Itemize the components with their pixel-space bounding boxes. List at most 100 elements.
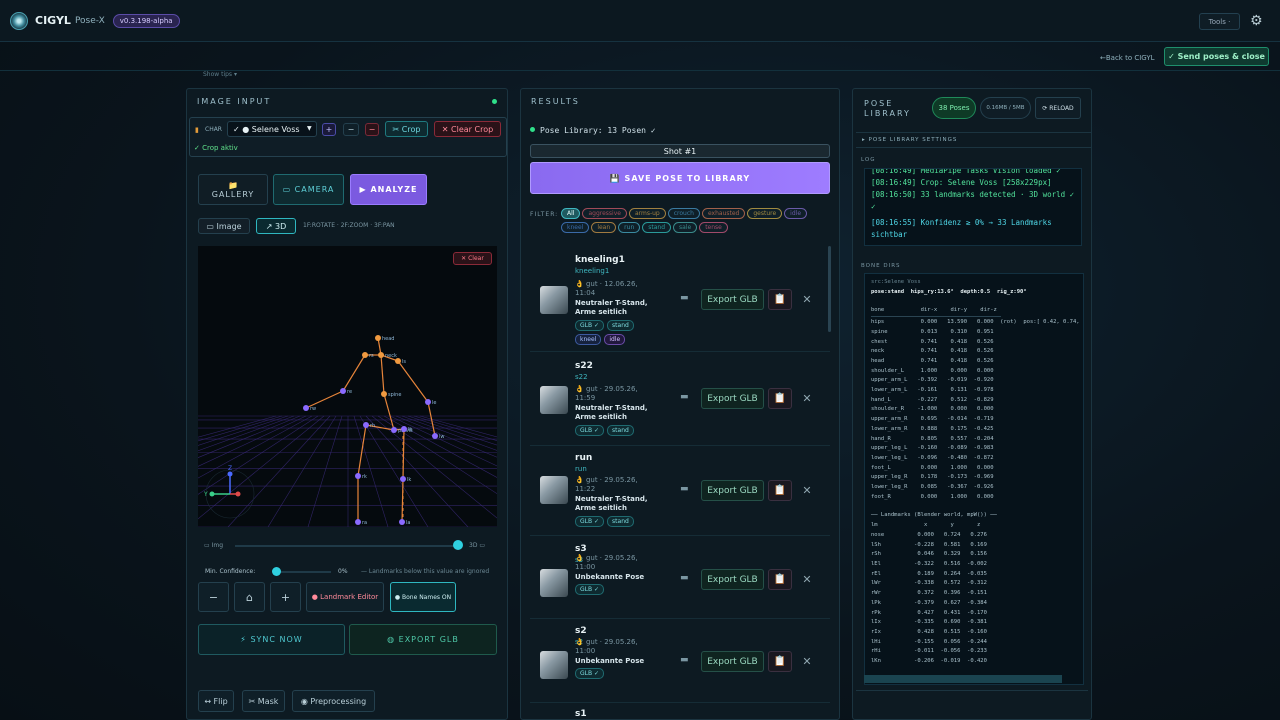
log-line: ✓	[871, 202, 876, 211]
bone-names-toggle[interactable]: ● Bone Names ON	[390, 582, 456, 612]
pose-meta: 👌 gut · 29.05.26, 11:00	[575, 638, 638, 655]
export-glb-card-button[interactable]: Export GLB	[701, 569, 764, 590]
landmark-editor-button[interactable]: ● Landmark Editor	[306, 582, 384, 612]
reload-button[interactable]: ⟳ RELOAD	[1035, 97, 1081, 119]
character-select[interactable]: ✓ ● Selene Voss	[227, 121, 317, 137]
analyze-button[interactable]: ▶ ANALYZE	[350, 174, 427, 205]
confidence-slider-track[interactable]	[273, 571, 331, 573]
drag-handle-icon[interactable]: ▬	[680, 655, 689, 665]
close-icon[interactable]: ✕	[798, 651, 816, 672]
close-icon[interactable]: ✕	[798, 569, 816, 590]
minus-button[interactable]: −	[343, 123, 359, 136]
results-scrollbar[interactable]	[828, 246, 831, 332]
clear-viewport-button[interactable]: ✕ Clear	[453, 252, 492, 265]
filter-chip-all[interactable]: All	[561, 208, 581, 219]
filter-chip-exhausted[interactable]: exhausted	[701, 208, 746, 219]
filter-chip-idle[interactable]: idle	[784, 208, 808, 219]
remove-character-button[interactable]: −	[365, 123, 379, 136]
clipboard-icon[interactable]: 📋	[768, 289, 792, 310]
bone-row: foot_L 0.000 1.000 0.000	[871, 464, 994, 471]
tools-menu-button[interactable]: Tools ·	[1199, 13, 1240, 30]
filter-chip-run[interactable]: run	[618, 222, 641, 233]
landmark-row: lKn -0.206 -0.019 -0.420	[871, 658, 987, 665]
pose-card[interactable]: s1	[530, 706, 830, 720]
bone-row: neck 0.741 0.418 0.526	[871, 348, 994, 355]
pose-card[interactable]: kneeling1 kneeling1 👌 gut · 12.06.26, 11:0…	[530, 252, 830, 352]
filter-chip-gesture[interactable]: gesture	[747, 208, 783, 219]
joint-label: le	[432, 400, 436, 406]
export-glb-button[interactable]: ◍ EXPORT GLB	[349, 624, 497, 655]
pose-card[interactable]: s3 s3 👌 gut · 29.05.26, 11:00 Unbekannte Po…	[530, 541, 830, 619]
pose-library-settings[interactable]: ▸ POSE LIBRARY SETTINGS	[862, 137, 957, 143]
pose-card[interactable]: s2 s2 👌 gut · 29.05.26, 11:00 Unbekannte Po…	[530, 623, 830, 703]
gallery-button[interactable]: 📁 GALLERY	[198, 174, 268, 205]
drag-handle-icon[interactable]: ▬	[680, 484, 689, 494]
blend-slider-track[interactable]	[235, 545, 457, 547]
drag-handle-icon[interactable]: ▬	[680, 573, 689, 583]
clear-crop-button[interactable]: ✕ Clear Crop	[434, 121, 501, 137]
close-icon[interactable]: ✕	[798, 388, 816, 409]
add-character-button[interactable]: +	[322, 123, 336, 136]
pose-thumbnail	[540, 569, 568, 597]
pose-description: Unbekannte Pose	[575, 657, 645, 665]
skeleton-joint	[355, 519, 361, 525]
preprocessing-button[interactable]: ◉ Preprocessing	[292, 690, 375, 712]
clipboard-icon[interactable]: 📋	[768, 651, 792, 672]
send-poses-button[interactable]: ✓ Send poses & close	[1164, 47, 1269, 66]
clipboard-icon[interactable]: 📋	[768, 480, 792, 501]
close-icon[interactable]: ✕	[798, 480, 816, 501]
char-icon: ▮	[195, 126, 199, 134]
close-icon[interactable]: ✕	[798, 289, 816, 310]
sync-now-button[interactable]: ⚡ SYNC NOW	[198, 624, 345, 655]
joint-label: rh	[370, 423, 375, 429]
filter-chip-aggressive[interactable]: aggressive	[582, 208, 627, 219]
bone-row: hand_R 0.805 0.557 -0.204	[871, 435, 994, 442]
filter-chip-arms-up[interactable]: arms-up	[628, 208, 666, 219]
home-view-button[interactable]: ⌂	[234, 582, 265, 612]
floor-grid-line	[401, 415, 497, 451]
landmark-row: rSh 0.046 0.329 0.156	[871, 551, 987, 558]
joint-label: head	[382, 336, 394, 342]
gear-icon[interactable]: ⚙	[1250, 13, 1263, 29]
clipboard-icon[interactable]: 📋	[768, 569, 792, 590]
shot-selector[interactable]: Shot #1	[530, 144, 830, 158]
skeleton-bone	[397, 360, 429, 403]
back-link[interactable]: ←Back to CIGYL	[1100, 54, 1155, 62]
3d-viewport[interactable]: headneckrslsrelerwlwspinerhpelvislhrklkr…	[198, 246, 497, 527]
zoom-in-button[interactable]: +	[270, 582, 301, 612]
pose-thumbnail	[540, 286, 568, 314]
pose-card[interactable]: s22 s22 👌 gut · 29.05.26, 11:59 Neutraler T…	[530, 358, 830, 446]
export-glb-card-button[interactable]: Export GLB	[701, 651, 764, 672]
save-pose-button[interactable]: 💾 SAVE POSE TO LIBRARY	[530, 162, 830, 194]
pose-tag: stand	[607, 516, 634, 527]
mask-button[interactable]: ✂ Mask	[242, 690, 285, 712]
blend-slider-handle[interactable]	[453, 540, 463, 550]
bone-dirs-scrollbar[interactable]	[864, 675, 1062, 683]
zoom-out-button[interactable]: −	[198, 582, 229, 612]
landmark-row: lIx -0.335 0.690 -0.381	[871, 619, 987, 626]
export-glb-card-button[interactable]: Export GLB	[701, 289, 764, 310]
export-glb-card-button[interactable]: Export GLB	[701, 388, 764, 409]
filter-chip-kneel[interactable]: kneel	[561, 222, 590, 233]
log-line: [08:16:49] Crop: Selene Voss [258x229px]	[871, 178, 1052, 187]
filter-chip-lean[interactable]: lean	[591, 222, 617, 233]
pose-meta: 👌 gut · 12.06.26, 11:04	[575, 280, 638, 297]
clipboard-icon[interactable]: 📋	[768, 388, 792, 409]
camera-button[interactable]: ▭ CAMERA	[273, 174, 344, 205]
drag-handle-icon[interactable]: ▬	[680, 293, 689, 303]
export-glb-card-button[interactable]: Export GLB	[701, 480, 764, 501]
filter-chip-sale[interactable]: sale	[673, 222, 698, 233]
flip-button[interactable]: ↔ Flip	[198, 690, 234, 712]
pose-description: Neutraler T-Stand, Arme seitlich	[575, 299, 648, 316]
drag-handle-icon[interactable]: ▬	[680, 392, 689, 402]
crop-button[interactable]: ✂ Crop	[385, 121, 428, 137]
filter-chip-stand[interactable]: stand	[642, 222, 672, 233]
tab-image[interactable]: ▭ Image	[198, 218, 250, 234]
confidence-slider-handle[interactable]	[272, 567, 281, 576]
chevron-down-icon: ▼	[307, 125, 312, 132]
filter-chip-tense[interactable]: tense	[699, 222, 728, 233]
show-tips-toggle[interactable]: Show tips ▾	[203, 71, 237, 78]
filter-chip-crouch[interactable]: crouch	[667, 208, 700, 219]
pose-card[interactable]: run run 👌 gut · 29.05.26, 11:22 Neutraler T…	[530, 450, 830, 536]
tab-3d[interactable]: ↗ 3D	[256, 218, 296, 234]
